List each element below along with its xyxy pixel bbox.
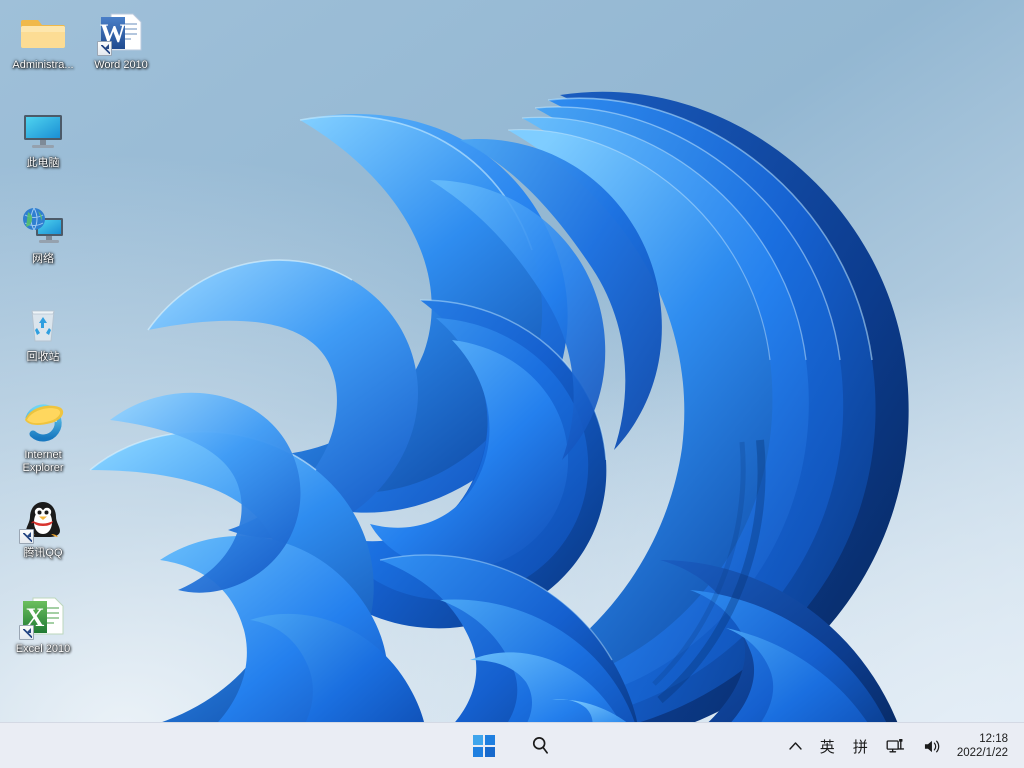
- excel-icon: X: [19, 592, 67, 640]
- desktop-surface[interactable]: Administra... W Word 2010 此电脑 网络 回收站 Int…: [0, 0, 1024, 768]
- shortcut-overlay-icon: [19, 625, 34, 640]
- desktop-icon-this-pc[interactable]: 此电脑: [4, 106, 82, 170]
- desktop-icon-label: Word 2010: [94, 59, 148, 71]
- shortcut-overlay-icon: [19, 529, 34, 544]
- taskbar-clock[interactable]: 12:18 2022/1/22: [951, 727, 1016, 765]
- desktop-icon-administrator-folder[interactable]: Administra...: [4, 8, 82, 72]
- network-status-button[interactable]: [877, 727, 914, 765]
- desktop-icon-excel-2010[interactable]: X Excel 2010: [4, 592, 82, 656]
- desktop-icon-internet-explorer[interactable]: Internet Explorer: [4, 398, 82, 474]
- start-button[interactable]: [464, 726, 504, 766]
- network-globe-icon: [19, 202, 67, 250]
- desktop-icon-label: 此电脑: [26, 157, 60, 169]
- desktop-icon-recycle-bin[interactable]: 回收站: [4, 300, 82, 364]
- ime-pinyin-indicator[interactable]: 拼: [844, 727, 877, 765]
- shortcut-overlay-icon: [97, 41, 112, 56]
- desktop-icon-label: Administra...: [12, 59, 74, 71]
- clock-date: 2022/1/22: [956, 747, 1008, 759]
- search-icon: [532, 737, 548, 754]
- clock-time: 12:18: [979, 733, 1008, 745]
- volume-button[interactable]: [914, 727, 951, 765]
- volume-icon: [924, 740, 940, 752]
- windows-start-icon: [473, 734, 495, 757]
- word-icon: W: [97, 8, 145, 56]
- network-icon: [886, 738, 904, 752]
- qq-penguin-icon: [19, 496, 67, 544]
- desktop-icon-label: Internet Explorer: [22, 449, 64, 474]
- search-button[interactable]: [520, 726, 560, 766]
- desktop-icon-network[interactable]: 网络: [4, 202, 82, 266]
- system-tray: 英 拼 12:18 2022/1/22: [780, 723, 1024, 768]
- internet-explorer-icon: [19, 398, 67, 446]
- ime-mode-indicator[interactable]: 英: [811, 727, 844, 765]
- desktop-icon-layer: Administra... W Word 2010 此电脑 网络 回收站 Int…: [0, 0, 1024, 722]
- desktop-icon-label: 回收站: [26, 351, 60, 363]
- desktop-icon-label: 腾讯QQ: [23, 547, 63, 559]
- desktop-icon-label: 网络: [32, 253, 54, 265]
- recycle-bin-icon: [19, 300, 67, 348]
- desktop-icon-word-2010[interactable]: W Word 2010: [82, 8, 160, 72]
- desktop-icon-tencent-qq[interactable]: 腾讯QQ: [4, 496, 82, 560]
- monitor-icon: [19, 106, 67, 154]
- tray-overflow-button[interactable]: [780, 727, 811, 765]
- taskbar-center-group: [464, 723, 560, 768]
- chevron-up-icon: [789, 742, 802, 750]
- folder-icon: [19, 8, 67, 56]
- taskbar: 英 拼 12:18 2022/1/22: [0, 722, 1024, 768]
- desktop-icon-label: Excel 2010: [15, 643, 71, 655]
